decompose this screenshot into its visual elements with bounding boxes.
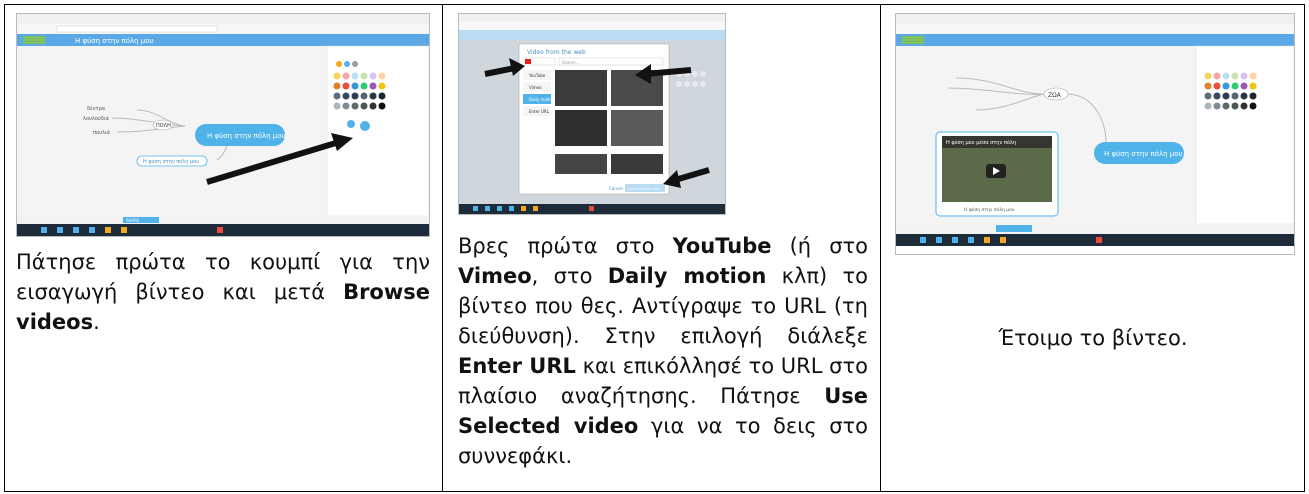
side-node: ΖΩΑ: [1048, 92, 1062, 99]
leaf-node-2: λουλούδια: [83, 115, 110, 122]
service-enter-url: Enter URL: [529, 109, 550, 114]
share-label: SHARE: [126, 218, 140, 223]
step-3-caption: Έτοιμο το βίντεο.: [998, 326, 1188, 350]
step-3-screenshot: ΖΩΑ Η φύση μου μέσα στην πόλη Η φύση στη…: [895, 13, 1295, 255]
pill-node: Η φύση στην πόλη μου: [143, 158, 199, 165]
use-selected-video-button[interactable]: Use selected video: [627, 187, 660, 191]
service-youtube: YouTube: [528, 73, 546, 78]
center-bubble: Η φύση στην πόλη μου: [207, 132, 286, 140]
video-title: Η φύση μου μέσα στην πόλη: [946, 139, 1016, 146]
step-1-caption: Πάτησε πρώτα το κουμπί για την εισαγωγή …: [16, 250, 430, 334]
step-3-cell: ΖΩΑ Η φύση μου μέσα στην πόλη Η φύση στη…: [880, 4, 1305, 492]
step-2-cell: Video from the web Search... YouTube Vim…: [442, 4, 881, 492]
leaf-node-1: δέντρα: [87, 105, 106, 112]
center-bubble: Η φύση στην πόλη μου: [1104, 150, 1183, 158]
step-2-caption: Βρες πρώτα στο YouTube (ή στο Vimeo, στο…: [458, 234, 868, 468]
step-2-screenshot: Video from the web Search... YouTube Vim…: [458, 13, 726, 215]
instruction-table: Η φύση στην πόλη μου δέντρα λουλούδια πο…: [4, 4, 1305, 492]
service-dailymotion: Daily motion: [529, 97, 555, 102]
toolbar-title: Η φύση στην πόλη μου: [75, 37, 154, 45]
search-placeholder: Search...: [562, 60, 580, 65]
leaf-node-3: πουλιά: [93, 129, 111, 136]
cancel-button[interactable]: Cancel: [609, 186, 623, 191]
step-1-cell: Η φύση στην πόλη μου δέντρα λουλούδια πο…: [4, 4, 443, 492]
side-node: ΠΟΛΗ: [156, 123, 171, 129]
service-vimeo: Vimeo: [529, 85, 542, 90]
step-1-screenshot: Η φύση στην πόλη μου δέντρα λουλούδια πο…: [16, 13, 430, 237]
dialog-title: Video from the web: [527, 49, 586, 56]
video-insert-icon[interactable]: [347, 120, 355, 128]
video-caption: Η φύση στην πόλη μου: [964, 206, 1015, 213]
